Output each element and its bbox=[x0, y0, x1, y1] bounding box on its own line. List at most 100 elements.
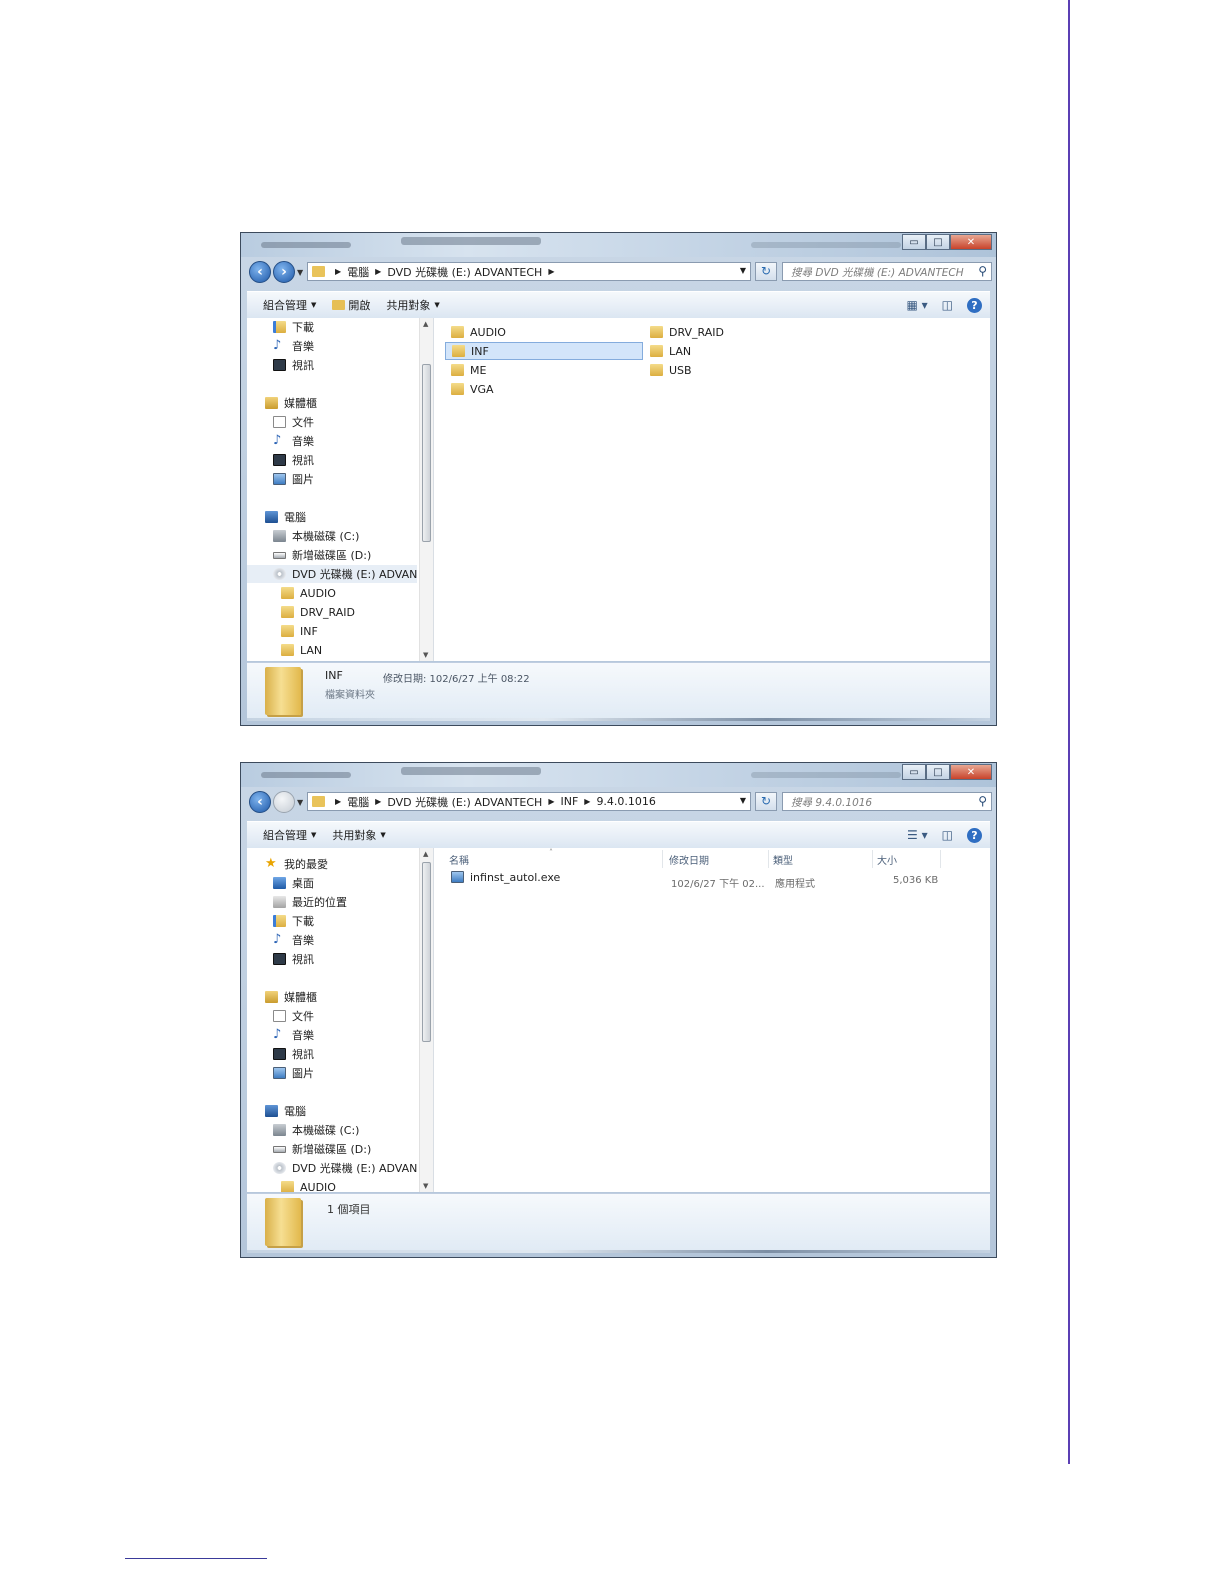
nav-item-music[interactable]: ♪ 音樂 bbox=[273, 931, 314, 949]
breadcrumb-version[interactable]: 9.4.0.1016 bbox=[596, 795, 655, 808]
nav-item-downloads[interactable]: 下載 bbox=[273, 318, 314, 336]
title-bar[interactable]: ▭ □ ✕ bbox=[241, 763, 996, 787]
folder-item-audio[interactable]: AUDIO bbox=[445, 323, 641, 341]
nav-item-documents[interactable]: 文件 bbox=[273, 1007, 314, 1025]
nav-item-lib-video[interactable]: 視訊 bbox=[273, 1045, 314, 1063]
folder-item-lan[interactable]: LAN bbox=[644, 342, 840, 360]
scroll-up-icon[interactable]: ▲ bbox=[423, 320, 428, 328]
preview-pane-icon[interactable]: ◫ bbox=[942, 298, 953, 312]
breadcrumb-computer[interactable]: 電腦 bbox=[347, 794, 369, 810]
file-row-infinst[interactable]: infinst_autol.exe bbox=[445, 868, 661, 886]
column-header-size[interactable]: 大小 bbox=[873, 850, 941, 868]
close-button[interactable]: ✕ bbox=[950, 764, 992, 780]
nav-item-video[interactable]: 視訊 bbox=[273, 356, 314, 374]
folder-item-me[interactable]: ME bbox=[445, 361, 641, 379]
nav-item-drive-d[interactable]: 新增磁碟區 (D:) bbox=[273, 1140, 371, 1158]
preview-pane-icon[interactable]: ◫ bbox=[942, 828, 953, 842]
nav-item-desktop[interactable]: 桌面 bbox=[273, 874, 314, 892]
nav-item-drive-e[interactable]: DVD 光碟機 (E:) ADVANTECH bbox=[273, 1159, 417, 1177]
chevron-right-icon[interactable]: ▶ bbox=[584, 797, 590, 806]
folder-item-usb[interactable]: USB bbox=[644, 361, 840, 379]
address-bar[interactable]: ▶ 電腦 ▶ DVD 光碟機 (E:) ADVANTECH ▶ INF ▶ 9.… bbox=[307, 792, 751, 811]
nav-item-documents[interactable]: 文件 bbox=[273, 413, 314, 431]
scroll-thumb[interactable] bbox=[422, 364, 431, 542]
nav-item-music[interactable]: ♪ 音樂 bbox=[273, 337, 314, 355]
nav-item-recent[interactable]: 最近的位置 bbox=[273, 893, 347, 911]
nav-scrollbar[interactable]: ▲ ▼ bbox=[419, 318, 434, 661]
history-dropdown-icon[interactable]: ▼ bbox=[297, 268, 303, 277]
nav-item-libraries[interactable]: 媒體櫃 bbox=[265, 394, 317, 412]
folder-item-inf[interactable]: INF bbox=[445, 342, 643, 360]
nav-item-drive-c[interactable]: 本機磁碟 (C:) bbox=[273, 1121, 359, 1139]
nav-item-lib-music[interactable]: ♪ 音樂 bbox=[273, 432, 314, 450]
share-menu[interactable]: 共用對象 ▼ bbox=[386, 297, 439, 313]
title-bar[interactable]: ▭ □ ✕ bbox=[241, 233, 996, 257]
scroll-down-icon[interactable]: ▼ bbox=[423, 1182, 428, 1190]
scroll-up-icon[interactable]: ▲ bbox=[423, 850, 428, 858]
view-options-icon[interactable]: ▦ ▾ bbox=[906, 298, 927, 312]
folder-item-vga[interactable]: VGA bbox=[445, 380, 641, 398]
nav-item-drive-e[interactable]: DVD 光碟機 (E:) ADVANTECH bbox=[247, 565, 417, 583]
nav-item-audio[interactable]: AUDIO bbox=[281, 1178, 336, 1192]
nav-item-inf[interactable]: INF bbox=[281, 622, 318, 640]
view-options-icon[interactable]: ☰ ▾ bbox=[907, 828, 928, 842]
address-dropdown-icon[interactable]: ▼ bbox=[740, 266, 746, 275]
nav-item-drive-c[interactable]: 本機磁碟 (C:) bbox=[273, 527, 359, 545]
nav-item-lan[interactable]: LAN bbox=[281, 641, 322, 659]
breadcrumb-dvd[interactable]: DVD 光碟機 (E:) ADVANTECH bbox=[387, 264, 542, 280]
nav-item-lib-music[interactable]: ♪ 音樂 bbox=[273, 1026, 314, 1044]
nav-item-downloads[interactable]: 下載 bbox=[273, 912, 314, 930]
open-button[interactable]: 開啟 bbox=[332, 297, 370, 313]
chevron-right-icon[interactable]: ▶ bbox=[375, 797, 381, 806]
chevron-right-icon[interactable]: ▶ bbox=[548, 797, 554, 806]
column-header-name[interactable]: 名稱 ˄ bbox=[445, 848, 663, 868]
back-button[interactable]: ‹ bbox=[249, 261, 271, 283]
nav-item-libraries[interactable]: 媒體櫃 bbox=[265, 988, 317, 1006]
chevron-right-icon[interactable]: ▶ bbox=[335, 797, 341, 806]
breadcrumb-inf[interactable]: INF bbox=[560, 795, 578, 808]
scroll-down-icon[interactable]: ▼ bbox=[423, 651, 428, 659]
chevron-right-icon[interactable]: ▶ bbox=[375, 267, 381, 276]
search-icon[interactable]: ⚲ bbox=[978, 794, 987, 808]
share-menu[interactable]: 共用對象 ▼ bbox=[332, 827, 385, 843]
nav-item-computer[interactable]: 電腦 bbox=[265, 508, 306, 526]
nav-item-drv-raid[interactable]: DRV_RAID bbox=[281, 603, 355, 621]
pane-divider[interactable] bbox=[433, 848, 434, 1192]
column-header-type[interactable]: 類型 bbox=[769, 850, 873, 868]
search-input[interactable]: 搜尋 DVD 光碟機 (E:) ADVANTECH ⚲ bbox=[782, 262, 992, 281]
maximize-button[interactable]: □ bbox=[926, 764, 950, 780]
address-bar[interactable]: ▶ 電腦 ▶ DVD 光碟機 (E:) ADVANTECH ▶ ▼ bbox=[307, 262, 751, 281]
breadcrumb-dvd[interactable]: DVD 光碟機 (E:) ADVANTECH bbox=[387, 794, 542, 810]
maximize-button[interactable]: □ bbox=[926, 234, 950, 250]
nav-item-video[interactable]: 視訊 bbox=[273, 950, 314, 968]
history-dropdown-icon[interactable]: ▼ bbox=[297, 798, 303, 807]
address-dropdown-icon[interactable]: ▼ bbox=[740, 796, 746, 805]
refresh-button[interactable]: ↻ bbox=[755, 792, 777, 811]
help-icon[interactable]: ? bbox=[967, 827, 982, 843]
nav-item-audio[interactable]: AUDIO bbox=[281, 584, 336, 602]
breadcrumb-computer[interactable]: 電腦 bbox=[347, 264, 369, 280]
pane-divider[interactable] bbox=[433, 318, 434, 661]
column-header-date[interactable]: 修改日期 bbox=[665, 850, 769, 868]
chevron-right-icon[interactable]: ▶ bbox=[548, 267, 554, 276]
nav-scrollbar[interactable]: ▲ ▼ bbox=[419, 848, 434, 1192]
search-icon[interactable]: ⚲ bbox=[978, 264, 987, 278]
back-button[interactable]: ‹ bbox=[249, 791, 271, 813]
help-icon[interactable]: ? bbox=[967, 297, 982, 313]
nav-item-drive-d[interactable]: 新增磁碟區 (D:) bbox=[273, 546, 371, 564]
forward-button[interactable]: › bbox=[273, 261, 295, 283]
folder-item-drv-raid[interactable]: DRV_RAID bbox=[644, 323, 840, 341]
refresh-button[interactable]: ↻ bbox=[755, 262, 777, 281]
nav-item-pictures[interactable]: 圖片 bbox=[273, 1064, 314, 1082]
organize-menu[interactable]: 組合管理 ▼ bbox=[263, 827, 316, 843]
minimize-button[interactable]: ▭ bbox=[902, 764, 926, 780]
nav-item-computer[interactable]: 電腦 bbox=[265, 1102, 306, 1120]
nav-item-favorites[interactable]: ★ 我的最愛 bbox=[265, 855, 328, 873]
search-input[interactable]: 搜尋 9.4.0.1016 ⚲ bbox=[782, 792, 992, 811]
chevron-right-icon[interactable]: ▶ bbox=[335, 267, 341, 276]
nav-item-pictures[interactable]: 圖片 bbox=[273, 470, 314, 488]
close-button[interactable]: ✕ bbox=[950, 234, 992, 250]
organize-menu[interactable]: 組合管理 ▼ bbox=[263, 297, 316, 313]
scroll-thumb[interactable] bbox=[422, 862, 431, 1042]
minimize-button[interactable]: ▭ bbox=[902, 234, 926, 250]
